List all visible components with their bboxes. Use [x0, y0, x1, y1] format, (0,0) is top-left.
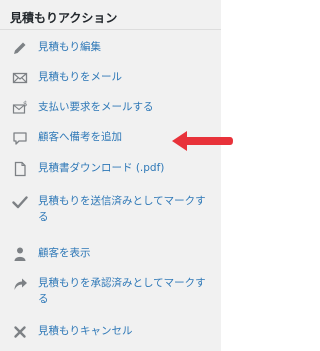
quote-actions-panel: 見積もりアクション 見積もり編集 見積もりをメール $ 支払い要求をメールする …	[0, 0, 221, 351]
mark-as-sent-label[interactable]: 見積もりを送信済みとしてマークする	[38, 193, 208, 225]
title-divider	[0, 29, 221, 30]
edit-quote-label[interactable]: 見積もり編集	[38, 39, 101, 55]
x-icon	[12, 324, 28, 340]
email-quote-label[interactable]: 見積もりをメール	[38, 69, 122, 85]
highlight-arrow-icon	[172, 131, 233, 151]
mark-as-accepted-label[interactable]: 見積もりを承認済みとしてマークする	[38, 275, 208, 307]
pencil-icon	[12, 40, 28, 56]
add-customer-note-label[interactable]: 顧客へ備考を追加	[38, 129, 122, 145]
document-icon	[12, 161, 28, 177]
email-payment-request-label[interactable]: 支払い要求をメールする	[38, 99, 154, 115]
speech-bubble-icon	[12, 130, 28, 146]
envelope-icon	[12, 70, 28, 86]
checkmark-icon	[12, 194, 28, 210]
panel-title: 見積もりアクション	[10, 11, 118, 25]
view-customer-label[interactable]: 顧客を表示	[38, 245, 91, 261]
svg-text:$: $	[23, 100, 27, 108]
cancel-quote-label[interactable]: 見積もりキャンセル	[38, 323, 133, 339]
person-icon	[12, 246, 28, 262]
share-arrow-icon	[12, 276, 28, 292]
envelope-dollar-icon: $	[12, 100, 28, 116]
download-quote-pdf-label[interactable]: 見積書ダウンロード (.pdf)	[38, 160, 164, 176]
